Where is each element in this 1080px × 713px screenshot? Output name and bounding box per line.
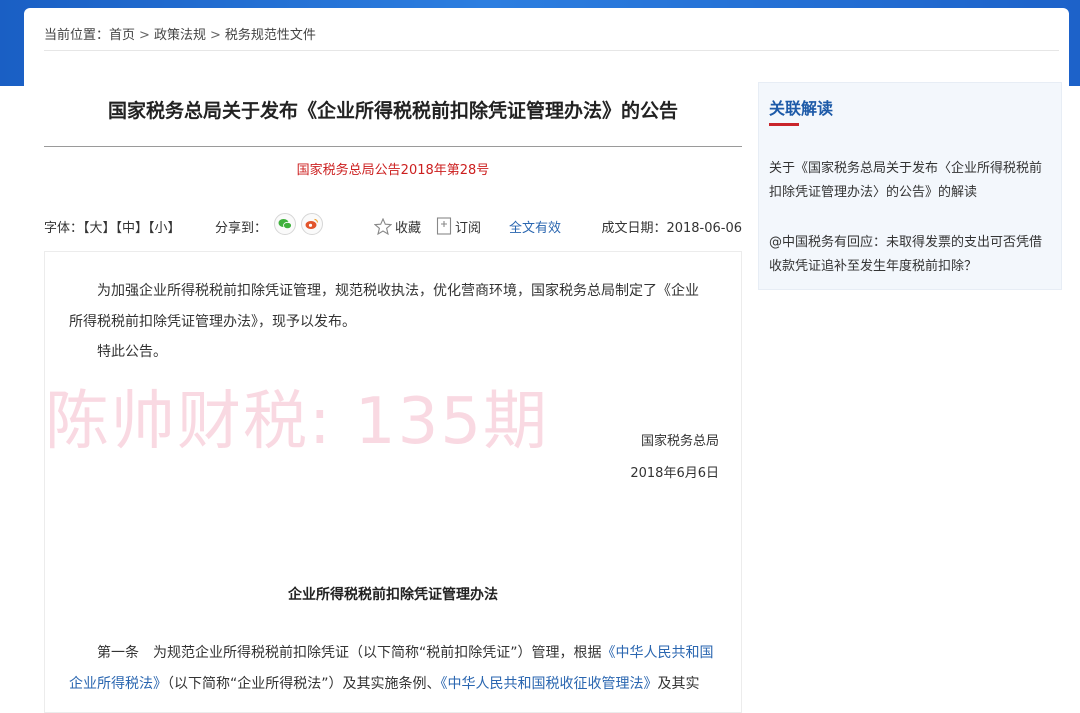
favorite-button[interactable]: 收藏 xyxy=(374,217,421,236)
article-1-paragraph: 第一条 为规范企业所得税税前扣除凭证（以下简称“税前扣除凭证”）管理，根据《中华… xyxy=(69,638,719,700)
signature-date: 2018年6月6日 xyxy=(630,466,719,481)
weibo-icon[interactable] xyxy=(301,213,323,235)
related-interpretation-panel: 关联解读 关于《国家税务总局关于发布〈企业所得税税前扣除凭证管理办法〉的公告》的… xyxy=(758,82,1062,290)
font-small-button[interactable]: 【小】 xyxy=(148,221,181,236)
article-1-text-a: 第一条 为规范企业所得税税前扣除凭证（以下简称“税前扣除凭证”）管理，根据 xyxy=(97,645,602,661)
article-body: 为加强企业所得税税前扣除凭证管理，规范税收执法，优化营商环境，国家税务总局制定了… xyxy=(44,251,742,713)
star-icon xyxy=(374,218,392,235)
validity-link[interactable]: 全文有效 xyxy=(509,217,561,236)
breadcrumb-separator: > xyxy=(209,28,221,43)
wechat-icon[interactable] xyxy=(274,213,296,235)
breadcrumb: 当前位置：首页 > 政策法规 > 税务规范性文件 xyxy=(44,24,1059,51)
favorite-label: 收藏 xyxy=(395,221,422,236)
article-toolbar: 字体：【大】【中】【小】 分享到： 收藏 订阅 全文有效 成文日期：2018-0… xyxy=(44,213,742,241)
font-size-label: 字体： xyxy=(44,221,84,236)
signature-org: 国家税务总局 xyxy=(640,434,719,449)
sidebar-title: 关联解读 xyxy=(769,99,834,118)
page-container: 当前位置：首页 > 政策法规 > 税务规范性文件 国家税务总局关于发布《企业所得税税前扣… xyxy=(24,8,1069,713)
watermark-text: 陈帅财税: 135期 xyxy=(45,385,550,459)
breadcrumb-home[interactable]: 首页 xyxy=(109,28,135,43)
regulation-title: 企业所得税税前扣除凭证管理办法 xyxy=(288,587,498,603)
subscribe-label: 订阅 xyxy=(455,221,482,236)
sidebar-title-underline xyxy=(769,123,799,126)
document-number: 国家税务总局公告2018年第28号 xyxy=(296,163,490,178)
font-size-control: 字体：【大】【中】【小】 xyxy=(44,217,181,236)
article-1-text-b: （以下简称“企业所得税法”）及其实施条例、 xyxy=(167,676,441,692)
subscribe-button[interactable]: 订阅 xyxy=(436,217,481,236)
publish-date: 成文日期：2018-06-06 xyxy=(601,221,742,236)
closing-paragraph: 特此公告。 xyxy=(97,344,167,360)
article-main: 国家税务总局关于发布《企业所得税税前扣除凭证管理办法》的公告 国家税务总局公告2… xyxy=(44,60,742,713)
title-divider xyxy=(44,146,742,147)
tax-collection-law-link[interactable]: 《中华人民共和国税收征收管理法》 xyxy=(441,676,658,692)
breadcrumb-policy[interactable]: 政策法规 xyxy=(154,28,206,43)
breadcrumb-label: 当前位置： xyxy=(44,28,110,43)
page-title: 国家税务总局关于发布《企业所得税税前扣除凭证管理办法》的公告 xyxy=(107,100,678,122)
sidebar-item-response[interactable]: @中国税务有回应：未取得发票的支出可否凭借收款凭证追补至发生年度税前扣除？ xyxy=(769,231,1051,279)
breadcrumb-separator: > xyxy=(139,28,150,43)
bookmark-icon xyxy=(436,217,452,235)
sidebar-item-interpretation[interactable]: 关于《国家税务总局关于发布〈企业所得税税前扣除凭证管理办法〉的公告》的解读 xyxy=(769,157,1051,205)
intro-paragraph: 为加强企业所得税税前扣除凭证管理，规范税收执法，优化营商环境，国家税务总局制定了… xyxy=(69,283,699,330)
font-large-button[interactable]: 【大】 xyxy=(83,221,116,236)
article-1-text-c: 及其实 xyxy=(657,676,700,692)
font-medium-button[interactable]: 【中】 xyxy=(116,221,149,236)
share-label: 分享到： xyxy=(215,221,268,236)
breadcrumb-tax-docs[interactable]: 税务规范性文件 xyxy=(225,28,316,43)
